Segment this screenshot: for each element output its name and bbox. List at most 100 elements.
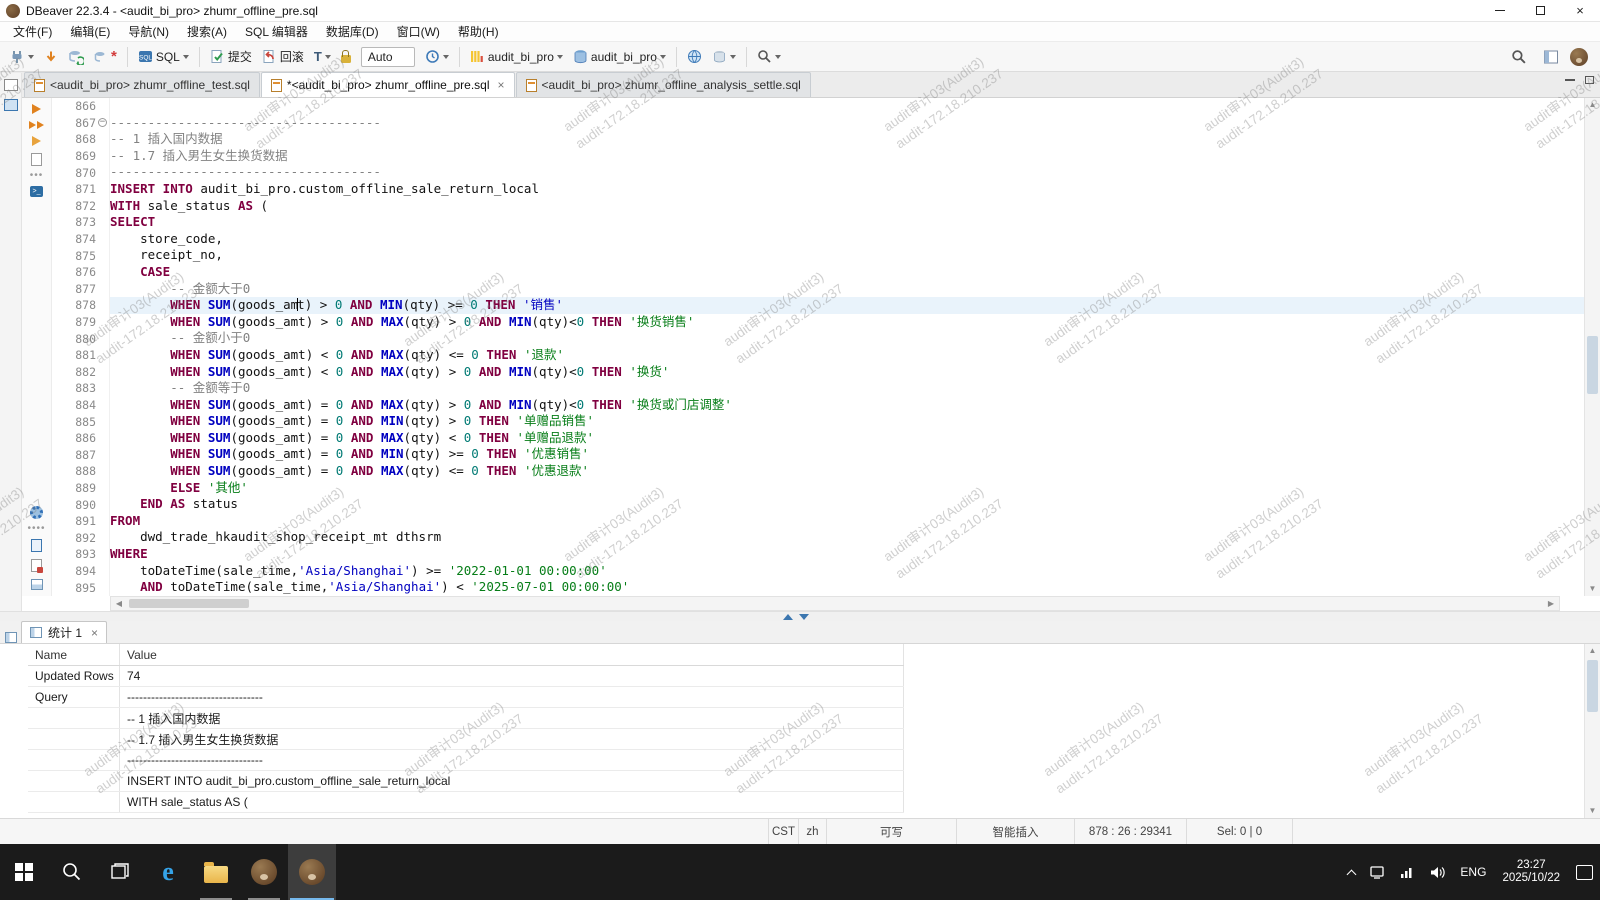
code-line[interactable]: -- 金额小于0 xyxy=(110,330,1584,347)
refresh-timer-button[interactable] xyxy=(421,45,453,69)
task-view-button[interactable] xyxy=(96,844,144,900)
code-line[interactable]: store_code, xyxy=(110,231,1584,248)
code-line[interactable]: AND toDateTime(sale_time,'Asia/Shanghai'… xyxy=(110,579,1584,596)
code-line[interactable]: WITH sale_status AS ( xyxy=(110,198,1584,215)
minimize-panel-icon[interactable] xyxy=(799,614,809,620)
code-line[interactable]: CASE xyxy=(110,264,1584,281)
network-icon[interactable] xyxy=(1392,844,1422,900)
minimize-editor-icon[interactable] xyxy=(1565,79,1575,81)
code-line[interactable]: WHEN SUM(goods_amt) = 0 AND MIN(qty) >= … xyxy=(110,446,1584,463)
menu-item[interactable]: 窗口(W) xyxy=(388,21,449,42)
maximize-editor-icon[interactable] xyxy=(1585,76,1594,84)
code-line[interactable]: ------------------------------------ xyxy=(110,164,1584,181)
tray-expand-button[interactable] xyxy=(1341,844,1362,900)
status-segment[interactable]: Sel: 0 | 0 xyxy=(1186,819,1292,844)
volume-icon[interactable] xyxy=(1422,844,1453,900)
maximize-button[interactable] xyxy=(1520,0,1560,21)
editor-vertical-scrollbar[interactable]: ▲ ▼ xyxy=(1584,98,1600,596)
tab-statistics[interactable]: 统计 1 × xyxy=(21,621,107,643)
close-tab-icon[interactable]: × xyxy=(498,78,505,92)
code-line[interactable]: WHEN SUM(goods_amt) = 0 AND MAX(qty) < 0… xyxy=(110,430,1584,447)
scrollbar-thumb[interactable] xyxy=(129,599,249,608)
restore-view-icon[interactable] xyxy=(4,79,18,91)
status-segment[interactable]: zh xyxy=(798,819,826,844)
table-row[interactable]: -- 1 插入国内数据 xyxy=(28,708,904,729)
quick-search-button[interactable] xyxy=(1507,45,1531,69)
catalog-selector[interactable] xyxy=(708,45,740,69)
editor-tab[interactable]: <audit_bi_pro> zhumr_offline_analysis_se… xyxy=(516,72,811,97)
panel-splitter[interactable] xyxy=(0,611,1600,621)
code-line[interactable]: WHEN SUM(goods_amt) < 0 AND MAX(qty) > 0… xyxy=(110,364,1584,381)
code-line[interactable]: WHEN SUM(goods_amt) < 0 AND MAX(qty) <= … xyxy=(110,347,1584,364)
code-line[interactable]: WHEN SUM(goods_amt) = 0 AND MAX(qty) > 0… xyxy=(110,397,1584,414)
code-line[interactable]: -- 1.7 插入男生女生换货数据 xyxy=(110,148,1584,165)
editor-tab[interactable]: <audit_bi_pro> zhumr_offline_test.sql xyxy=(24,72,260,97)
taskbar-search-button[interactable] xyxy=(48,844,96,900)
execute-statement-icon[interactable] xyxy=(32,104,41,114)
code-area[interactable]: -------------------------------------- 1… xyxy=(110,98,1584,596)
sql-console-icon[interactable]: >_ xyxy=(30,186,43,197)
save-report-icon[interactable] xyxy=(31,559,42,572)
table-row[interactable]: Query---------------------------------- xyxy=(28,687,904,708)
language-indicator[interactable]: ENG xyxy=(1453,844,1493,900)
code-line[interactable]: END AS status xyxy=(110,496,1584,513)
close-tab-icon[interactable]: × xyxy=(91,626,98,640)
status-segment[interactable]: 878 : 26 : 29341 xyxy=(1074,819,1186,844)
export-data-icon[interactable] xyxy=(31,539,42,552)
tray-device-icon[interactable] xyxy=(1362,844,1392,900)
scroll-down-icon[interactable]: ▼ xyxy=(1585,804,1600,818)
code-line[interactable]: receipt_no, xyxy=(110,247,1584,264)
globe-button[interactable] xyxy=(683,45,706,69)
code-line[interactable]: -- 金额等于0 xyxy=(110,380,1584,397)
code-line[interactable]: WHEN SUM(goods_amt) > 0 AND MAX(qty) > 0… xyxy=(110,314,1584,331)
file-explorer-button[interactable] xyxy=(192,844,240,900)
grid-output-icon[interactable] xyxy=(31,579,43,590)
menu-item[interactable]: 文件(F) xyxy=(4,21,61,42)
minimize-button[interactable] xyxy=(1480,0,1520,21)
table-row[interactable]: Updated Rows74 xyxy=(28,666,904,687)
unsaved-changes-icon[interactable]: * xyxy=(90,45,121,69)
action-center-button[interactable] xyxy=(1569,844,1600,900)
code-line[interactable] xyxy=(110,98,1584,115)
scrollbar-thumb[interactable] xyxy=(1587,336,1598,394)
lock-button[interactable] xyxy=(337,45,355,69)
table-row[interactable]: ---------------------------------- xyxy=(28,750,904,771)
scroll-up-icon[interactable]: ▲ xyxy=(1585,644,1600,658)
scroll-down-icon[interactable]: ▼ xyxy=(1585,582,1600,596)
code-line[interactable]: toDateTime(sale_time,'Asia/Shanghai') >=… xyxy=(110,563,1584,580)
code-line[interactable]: ELSE '其他' xyxy=(110,480,1584,497)
code-line[interactable]: dwd_trade_hkaudit_shop_receipt_mt dthsrm xyxy=(110,529,1584,546)
status-segment[interactable]: 可写 xyxy=(826,819,956,844)
sql-menu-button[interactable]: SQL SQL xyxy=(134,45,193,69)
explain-plan-icon[interactable] xyxy=(31,153,42,166)
status-segment[interactable]: CST xyxy=(768,819,798,844)
column-header-name[interactable]: Name xyxy=(28,644,120,665)
code-line[interactable]: WHEN SUM(goods_amt) > 0 AND MIN(qty) >= … xyxy=(110,297,1584,314)
dbeaver-task-button-active[interactable] xyxy=(288,844,336,900)
code-line[interactable]: SELECT xyxy=(110,214,1584,231)
results-vertical-scrollbar[interactable]: ▲ ▼ xyxy=(1584,644,1600,818)
fold-collapse-icon[interactable]: − xyxy=(98,118,107,127)
scroll-left-icon[interactable]: ◀ xyxy=(111,599,127,608)
code-line[interactable]: INSERT INTO audit_bi_pro.custom_offline_… xyxy=(110,181,1584,198)
start-button[interactable] xyxy=(0,844,48,900)
fetch-next-page-button[interactable] xyxy=(40,45,62,69)
settings-gear-icon[interactable] xyxy=(30,506,43,519)
menu-item[interactable]: 帮助(H) xyxy=(449,21,508,42)
edge-browser-button[interactable]: e xyxy=(144,844,192,900)
code-line[interactable]: -- 金额大于0 xyxy=(110,281,1584,298)
dbeaver-task-button[interactable] xyxy=(240,844,288,900)
menu-item[interactable]: 数据库(D) xyxy=(317,21,388,42)
connection-selector[interactable]: audit_bi_pro xyxy=(466,45,567,69)
menu-item[interactable]: 导航(N) xyxy=(119,21,178,42)
table-row[interactable]: INSERT INTO audit_bi_pro.custom_offline_… xyxy=(28,771,904,792)
perspective-button[interactable] xyxy=(1539,45,1563,69)
new-connection-button[interactable] xyxy=(5,45,38,69)
execute-new-tab-icon[interactable] xyxy=(32,136,41,146)
code-line[interactable]: WHERE xyxy=(110,546,1584,563)
editor-tab[interactable]: *<audit_bi_pro> zhumr_offline_pre.sql× xyxy=(261,72,515,97)
menu-item[interactable]: 编辑(E) xyxy=(61,21,119,42)
column-header-value[interactable]: Value xyxy=(120,644,904,665)
commit-button[interactable]: 提交 xyxy=(206,45,256,69)
taskbar-clock[interactable]: 23:27 2025/10/22 xyxy=(1493,844,1569,900)
